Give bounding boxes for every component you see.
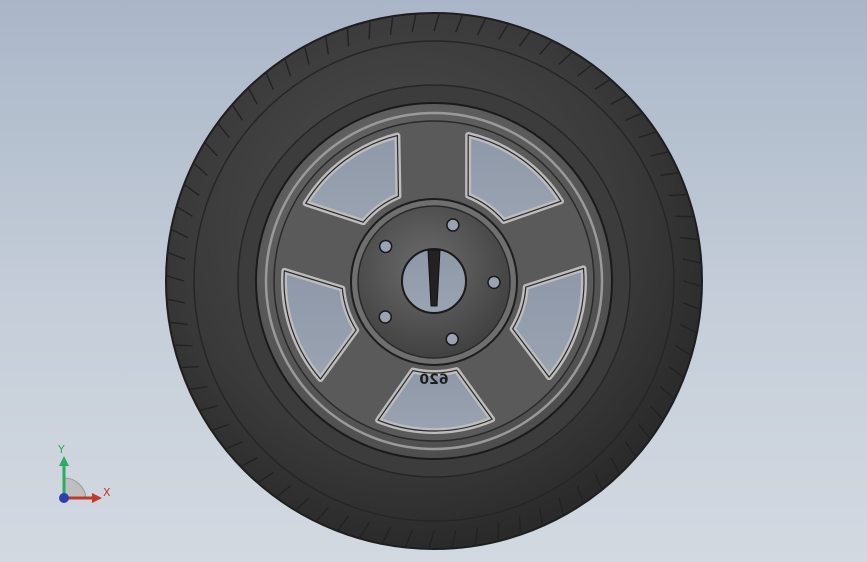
bolt-hole [445, 332, 459, 346]
tread-groove [368, 20, 371, 40]
bolt-hole [378, 310, 393, 324]
tread-groove [675, 215, 695, 218]
bolt-hole [487, 275, 501, 290]
cad-viewport[interactable]: 620 Y X [0, 0, 867, 562]
bolt-hole [446, 218, 460, 232]
triad-graphic [59, 456, 102, 503]
z-axis-dot [59, 493, 69, 503]
sidewall-text: 620 [419, 372, 449, 388]
hub [350, 198, 518, 366]
axis-triad: Y X [40, 440, 120, 510]
y-axis-arrow [59, 456, 69, 466]
x-axis-label: X [103, 486, 111, 499]
x-axis-arrow [92, 493, 102, 503]
y-axis-label: Y [58, 443, 65, 456]
bolt-hole [378, 239, 393, 254]
tread-groove [497, 522, 500, 542]
wheel-model[interactable] [0, 0, 867, 562]
tread-groove [173, 344, 193, 347]
